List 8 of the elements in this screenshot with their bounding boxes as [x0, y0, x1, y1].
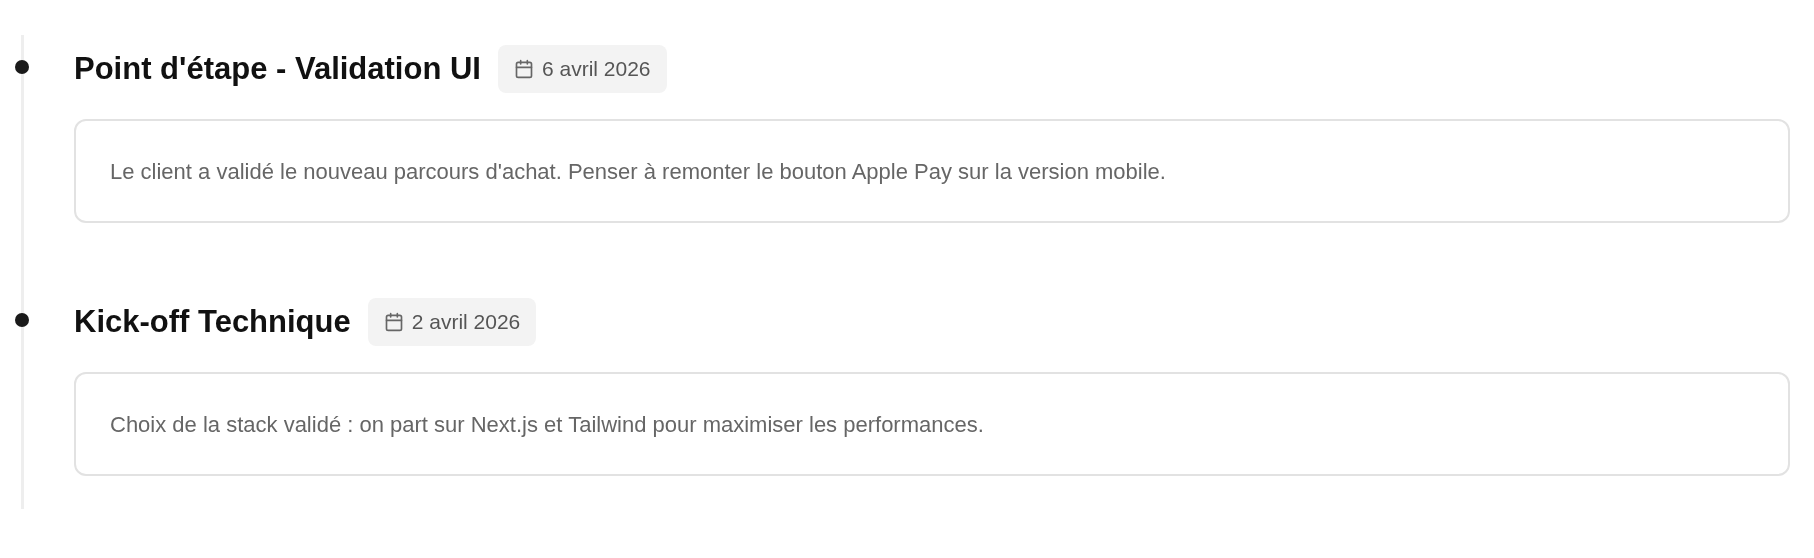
entry-title: Point d'étape - Validation UI: [74, 49, 481, 88]
note-text: Le client a validé le nouveau parcours d'achat. Penser à remonter le bouton Apple Pay sur la version mobile.: [110, 157, 1166, 186]
calendar-icon: [513, 59, 534, 79]
entry-title: Kick-off Technique: [74, 302, 351, 341]
date-text: 6 avril 2026: [541, 56, 651, 83]
note-text: Choix de la stack validé : on part sur Next.js et Tailwind pour maximiser les performances.: [110, 410, 984, 439]
calendar-icon: [383, 312, 404, 332]
date-text: 2 avril 2026: [411, 309, 521, 336]
